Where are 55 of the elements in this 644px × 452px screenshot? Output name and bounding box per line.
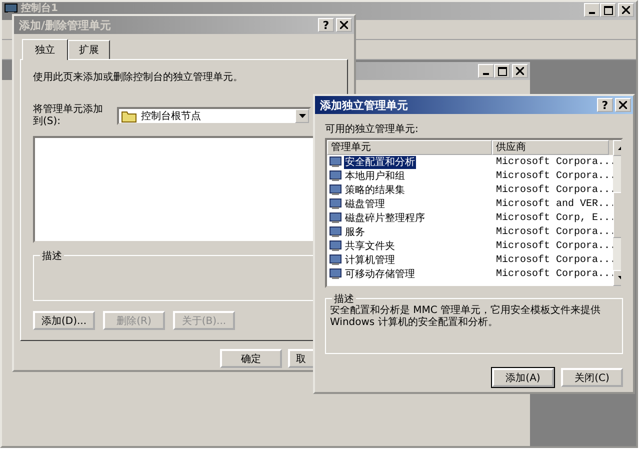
list-item[interactable]: 安全配置和分析 (344, 156, 416, 168)
snapin-icon (329, 212, 342, 224)
folder-icon (121, 110, 137, 122)
close-button[interactable] (615, 98, 631, 112)
dialog-title: 添加独立管理单元 (320, 98, 408, 112)
column-header[interactable]: 管理单元 (327, 140, 492, 155)
minimize-icon (589, 12, 595, 14)
intro-text: 使用此页来添加或删除控制台的独立管理单元。 (33, 70, 244, 84)
snapin-icon (329, 170, 342, 182)
column-header[interactable]: 供应商 (492, 140, 609, 155)
snapin-icon (329, 198, 342, 210)
dialog-button[interactable]: 关闭(C) (561, 368, 623, 387)
list-item[interactable]: 本地用户和组 (344, 170, 406, 182)
list-item[interactable]: 策略的结果集 (344, 184, 406, 196)
dialog-button[interactable]: 添加(A) (492, 368, 554, 387)
snapin-icon (329, 268, 342, 280)
add-to-label: 将管理单元添加到(S): (33, 104, 104, 128)
list-item[interactable]: 服务 (344, 226, 366, 238)
list-item[interactable]: 计算机管理 (344, 254, 396, 266)
table-cell-text: Microsoft and VER... (495, 198, 613, 210)
group-label: 描述 (40, 249, 64, 264)
list-item[interactable]: 磁盘碎片整理程序 (344, 212, 426, 224)
list-item[interactable]: 磁盘管理 (344, 198, 386, 210)
list-item[interactable]: 共享文件夹 (344, 240, 396, 252)
snapin-icon (329, 226, 342, 238)
tab[interactable]: 扩展 (68, 40, 110, 59)
snapin-icon (329, 254, 342, 266)
add-to-dropdown[interactable]: 控制台根节点 (117, 107, 311, 125)
tab[interactable]: 独立 (22, 39, 68, 60)
snapin-icon (329, 184, 342, 196)
maximize-icon (604, 6, 612, 14)
list-item[interactable]: 可移动存储管理 (344, 268, 416, 280)
console-icon (4, 3, 18, 15)
table-cell-text: Microsoft Corpora... (495, 268, 613, 280)
table-cell-text: Microsoft Corpora... (495, 184, 613, 196)
dialog-button[interactable]: 确定 (220, 349, 282, 368)
dialog-button[interactable]: 添加(D)... (33, 311, 95, 330)
table-cell-text: Microsoft Corpora... (495, 156, 613, 168)
dialog-title: 添加/删除管理单元 (19, 18, 112, 32)
table-cell-text: Microsoft Corpora... (495, 240, 613, 252)
close-icon (622, 6, 630, 14)
close-icon (516, 67, 524, 75)
help-button[interactable]: ? (597, 98, 613, 112)
snapin-icon (329, 240, 342, 252)
close-icon (340, 21, 348, 29)
minimize-icon (483, 73, 489, 75)
maximize-icon (498, 66, 506, 76)
window-title: 控制台1 (21, 3, 58, 14)
close-icon (619, 101, 627, 109)
table-cell-text: Microsoft Corpora... (495, 226, 613, 238)
list-label: 可用的独立管理单元: (325, 122, 420, 136)
table-cell-text: Microsoft Corpora... (495, 254, 613, 266)
group-label: 描述 (332, 292, 356, 306)
snapin-icon (329, 156, 342, 168)
table-cell-text: Microsoft Corpora... (495, 170, 613, 182)
